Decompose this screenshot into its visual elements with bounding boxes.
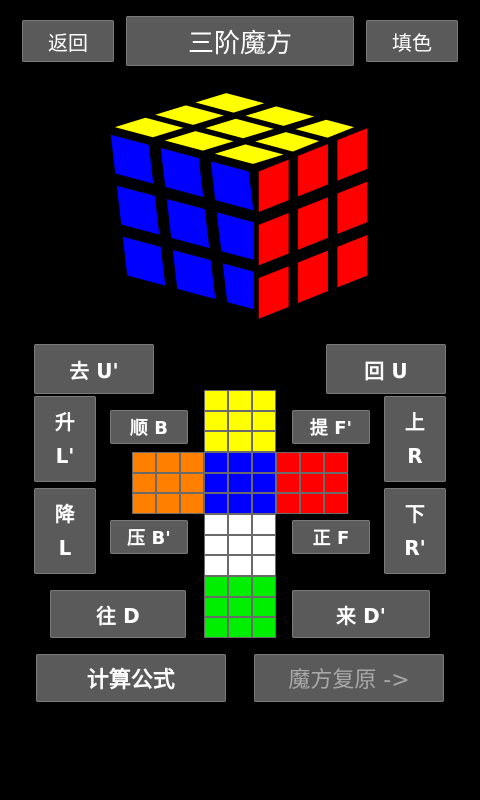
net-sticker[interactable]	[180, 452, 204, 473]
net-sticker[interactable]	[252, 617, 276, 638]
move-b-button[interactable]: 顺 B	[110, 410, 188, 444]
net-sticker[interactable]	[204, 493, 228, 514]
move-l-button[interactable]: 降 L	[34, 488, 96, 574]
net-sticker[interactable]	[252, 596, 276, 618]
net-sticker[interactable]	[228, 514, 252, 535]
net-sticker[interactable]	[228, 390, 252, 411]
net-sticker[interactable]	[180, 493, 204, 514]
net-sticker[interactable]	[204, 514, 228, 535]
move-d-button[interactable]: 往 D	[50, 590, 186, 638]
net-sticker[interactable]	[156, 493, 180, 514]
net-sticker[interactable]	[300, 472, 324, 494]
net-sticker[interactable]	[228, 617, 252, 638]
move-d-prime-button[interactable]: 来 D'	[292, 590, 430, 638]
net-sticker[interactable]	[228, 596, 252, 618]
net-face-up[interactable]	[204, 390, 276, 452]
net-sticker[interactable]	[252, 534, 276, 556]
net-sticker[interactable]	[132, 472, 156, 494]
net-sticker[interactable]	[252, 514, 276, 535]
net-sticker[interactable]	[252, 452, 276, 473]
net-sticker[interactable]	[252, 390, 276, 411]
net-sticker[interactable]	[252, 472, 276, 494]
move-u-prime-button[interactable]: 去 U'	[34, 344, 154, 394]
net-sticker[interactable]	[132, 452, 156, 473]
net-sticker[interactable]	[204, 534, 228, 556]
net-face-front[interactable]	[204, 452, 276, 514]
net-sticker[interactable]	[204, 410, 228, 432]
net-sticker[interactable]	[204, 596, 228, 618]
net-sticker[interactable]	[276, 452, 300, 473]
net-sticker[interactable]	[228, 555, 252, 576]
move-f-prime-button[interactable]: 提 F'	[292, 410, 370, 444]
net-face-right[interactable]	[276, 452, 348, 514]
net-sticker[interactable]	[276, 472, 300, 494]
net-sticker[interactable]	[228, 472, 252, 494]
move-r-button[interactable]: 上 R	[384, 396, 446, 482]
net-sticker[interactable]	[228, 534, 252, 556]
move-b-prime-button[interactable]: 压 B'	[110, 520, 188, 554]
net-sticker[interactable]	[156, 472, 180, 494]
net-face-down[interactable]	[204, 514, 276, 576]
move-f-button[interactable]: 正 F	[292, 520, 370, 554]
net-sticker[interactable]	[228, 410, 252, 432]
move-r-prime-button[interactable]: 下 R'	[384, 488, 446, 574]
net-sticker[interactable]	[324, 493, 348, 514]
move-l-prime-button[interactable]: 升 L'	[34, 396, 96, 482]
solve-cube-button[interactable]: 魔方复原 ->	[254, 654, 444, 702]
net-sticker[interactable]	[276, 493, 300, 514]
net-sticker[interactable]	[300, 493, 324, 514]
net-sticker[interactable]	[204, 617, 228, 638]
net-sticker[interactable]	[204, 431, 228, 452]
net-sticker[interactable]	[252, 576, 276, 597]
move-u-button[interactable]: 回 U	[326, 344, 446, 394]
cube-3d-view[interactable]	[0, 0, 480, 340]
net-sticker[interactable]	[228, 576, 252, 597]
net-sticker[interactable]	[252, 555, 276, 576]
net-sticker[interactable]	[204, 452, 228, 473]
net-sticker[interactable]	[324, 472, 348, 494]
net-sticker[interactable]	[228, 452, 252, 473]
net-sticker[interactable]	[204, 390, 228, 411]
net-sticker[interactable]	[228, 431, 252, 452]
net-sticker[interactable]	[252, 410, 276, 432]
net-sticker[interactable]	[156, 452, 180, 473]
net-sticker[interactable]	[228, 493, 252, 514]
net-face-left[interactable]	[132, 452, 204, 514]
net-sticker[interactable]	[252, 493, 276, 514]
net-sticker[interactable]	[204, 555, 228, 576]
net-sticker[interactable]	[324, 452, 348, 473]
net-sticker[interactable]	[180, 472, 204, 494]
net-sticker[interactable]	[204, 472, 228, 494]
net-face-back[interactable]	[204, 576, 276, 638]
net-sticker[interactable]	[204, 576, 228, 597]
net-sticker[interactable]	[252, 431, 276, 452]
calculate-formula-button[interactable]: 计算公式	[36, 654, 226, 702]
net-sticker[interactable]	[132, 493, 156, 514]
net-sticker[interactable]	[300, 452, 324, 473]
